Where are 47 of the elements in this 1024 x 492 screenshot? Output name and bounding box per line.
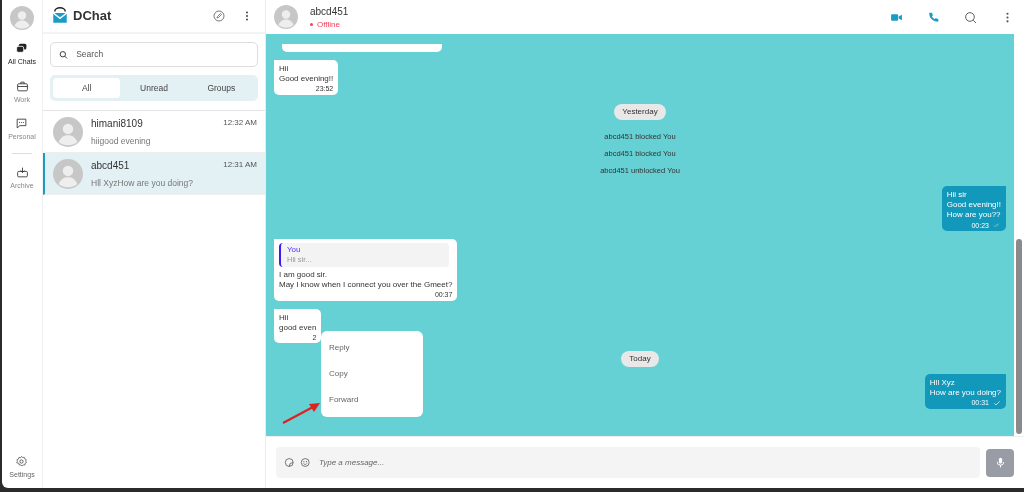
phone-icon	[927, 10, 940, 24]
brand-name: DChat	[73, 7, 112, 26]
settings-icon	[15, 454, 29, 468]
annotation-arrow	[282, 403, 320, 424]
microphone-button[interactable]	[986, 448, 1014, 477]
speech-bubble-icon	[15, 117, 29, 130]
message-text: Hll Xyz How are you doing?	[929, 378, 1001, 399]
chat-bubbles-icon	[15, 42, 29, 55]
edit-icon	[213, 10, 225, 22]
search-button[interactable]	[964, 10, 977, 24]
quote-author: You	[287, 245, 302, 256]
message-text: Hii sir Good evening!! How are you??	[946, 190, 1001, 221]
avatar-icon	[274, 5, 298, 29]
filter-tab[interactable]: All	[53, 78, 121, 98]
menu-item[interactable]: Reply	[321, 335, 423, 361]
avatar-icon	[53, 158, 83, 189]
call-button[interactable]	[927, 10, 940, 24]
search-box[interactable]: Search	[50, 42, 258, 67]
chat-time: 12:32 AM	[223, 117, 257, 130]
contact-name: abcd451	[91, 158, 130, 173]
archive-icon	[15, 165, 29, 179]
message-input[interactable]: Type a message...	[316, 455, 972, 470]
compose-button[interactable]	[213, 10, 225, 22]
menu-item[interactable]: Copy	[321, 361, 423, 387]
message-preview: Hll XyzHow are you doing?	[91, 176, 195, 190]
logo-icon	[51, 7, 69, 25]
filter-tab[interactable]: Groups	[187, 78, 255, 98]
date-label: Today	[621, 351, 659, 368]
message-text: Hii good even	[279, 312, 317, 333]
message-text: Hii Good evening!!	[279, 64, 334, 84]
message-text: I am good sir. May I know when I connect you over the Gmeet?	[279, 269, 453, 290]
menu-item[interactable]: Forward	[321, 387, 423, 413]
message-box[interactable]: Type a message...	[276, 447, 980, 478]
emoji-icon[interactable]	[300, 457, 311, 468]
chat-time: 12:31 AM	[223, 159, 257, 172]
sticker-icon[interactable]	[284, 457, 295, 468]
date-label: Yesterday	[614, 103, 666, 120]
briefcase-icon	[15, 79, 29, 93]
contact-name: abcd451	[310, 4, 349, 19]
contact-name: himani8109	[91, 116, 143, 131]
status-text: Offline	[310, 18, 349, 31]
search-icon	[59, 49, 69, 60]
filter-tab[interactable]: Unread	[120, 78, 188, 98]
chat-list-item[interactable]: abcd451 12:31 AM Hll XyzHow are you doing?	[43, 153, 265, 195]
message-preview: hiigood evening	[91, 134, 152, 148]
avatar-icon	[53, 116, 83, 147]
search-icon	[964, 10, 977, 24]
